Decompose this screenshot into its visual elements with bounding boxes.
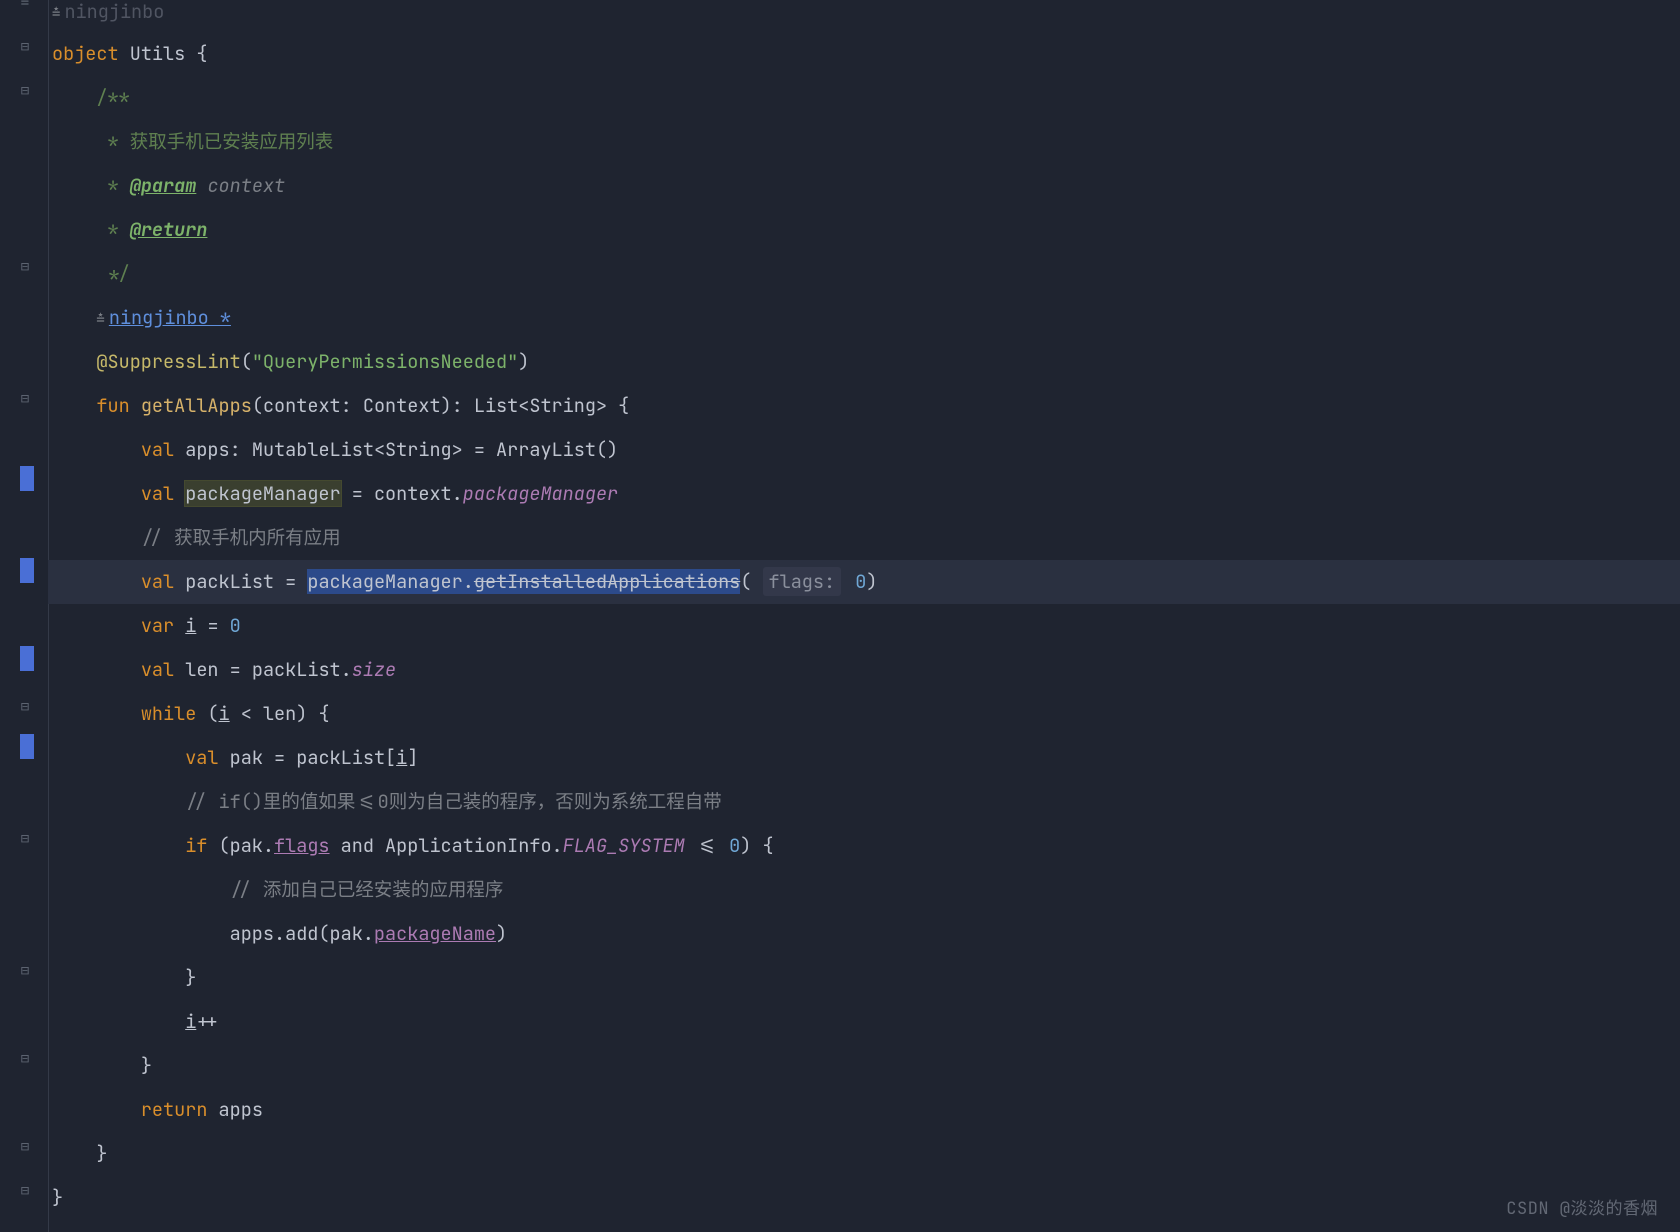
code-line[interactable]: // 获取手机内所有应用 [48,516,1680,560]
code-line[interactable]: // 添加自己已经安装的应用程序 [48,868,1680,912]
fold-icon[interactable]: ⊟ [18,390,32,408]
code-line[interactable]: } [48,956,1680,1000]
code-line[interactable]: i++ [48,1000,1680,1044]
code-line[interactable]: val pak = packList[i] [48,736,1680,780]
code-line[interactable]: while (i < len) { [48,692,1680,736]
change-marker [20,734,34,759]
fold-end-icon[interactable]: ⊟ [18,962,32,980]
code-line[interactable]: } [48,1044,1680,1088]
code-line[interactable]: apps.add(pak.packageName) [48,912,1680,956]
author-icon: ≛ [18,0,32,12]
code-line[interactable]: var i = 0 [48,604,1680,648]
fold-icon[interactable]: ⊟ [18,38,32,56]
fold-end-icon[interactable]: ⊟ [18,258,32,276]
fold-end-icon[interactable]: ⊟ [18,1182,32,1200]
code-editor[interactable]: ≛ ⊟ ⊟ ⊟ ⊟ ⊟ ⊟ ⊟ ⊟ ⊟ ⊟ ≛ningjinbo object … [0,0,1680,1232]
code-line[interactable]: } [48,1132,1680,1176]
change-marker [20,558,34,583]
code-line[interactable]: val packageManager = context.packageMana… [48,472,1680,516]
change-marker [20,466,34,491]
code-line[interactable]: * @param context [48,164,1680,208]
code-line[interactable]: @SuppressLint("QueryPermissionsNeeded") [48,340,1680,384]
code-line[interactable]: return apps [48,1088,1680,1132]
code-line[interactable]: /** [48,76,1680,120]
code-line[interactable]: // if()里的值如果<=0则为自己装的程序，否则为系统工程自带 [48,780,1680,824]
vcs-author-hint: ≛ningjinbo [48,0,1680,32]
code-line-current[interactable]: val packList = packageManager.getInstall… [48,560,1680,604]
code-line[interactable]: } [48,1176,1680,1220]
code-line[interactable]: if (pak.flags and ApplicationInfo.FLAG_S… [48,824,1680,868]
watermark: CSDN @淡淡的香烟 [1506,1194,1658,1220]
fold-end-icon[interactable]: ⊟ [18,1138,32,1156]
code-line[interactable]: val len = packList.size [48,648,1680,692]
fold-icon[interactable]: ⊟ [18,698,32,716]
parameter-hint: flags: [763,567,842,596]
code-line[interactable]: * @return [48,208,1680,252]
fold-icon[interactable]: ⊟ [18,830,32,848]
code-line[interactable]: val apps: MutableList<String> = ArrayLis… [48,428,1680,472]
code-line[interactable]: object Utils { [48,32,1680,76]
person-icon: ≛ [96,311,104,329]
fold-end-icon[interactable]: ⊟ [18,1050,32,1068]
code-line[interactable]: fun getAllApps(context: Context): List<S… [48,384,1680,428]
vcs-author-inline[interactable]: ≛ningjinbo * [48,296,1680,340]
code-line[interactable]: */ [48,252,1680,296]
code-area[interactable]: ≛ningjinbo object Utils { /** * 获取手机已安装应… [48,0,1680,1220]
change-marker [20,646,34,671]
gutter: ≛ ⊟ ⊟ ⊟ ⊟ ⊟ ⊟ ⊟ ⊟ ⊟ ⊟ [0,0,48,1232]
code-line[interactable]: * 获取手机已安装应用列表 [48,120,1680,164]
fold-icon[interactable]: ⊟ [18,82,32,100]
